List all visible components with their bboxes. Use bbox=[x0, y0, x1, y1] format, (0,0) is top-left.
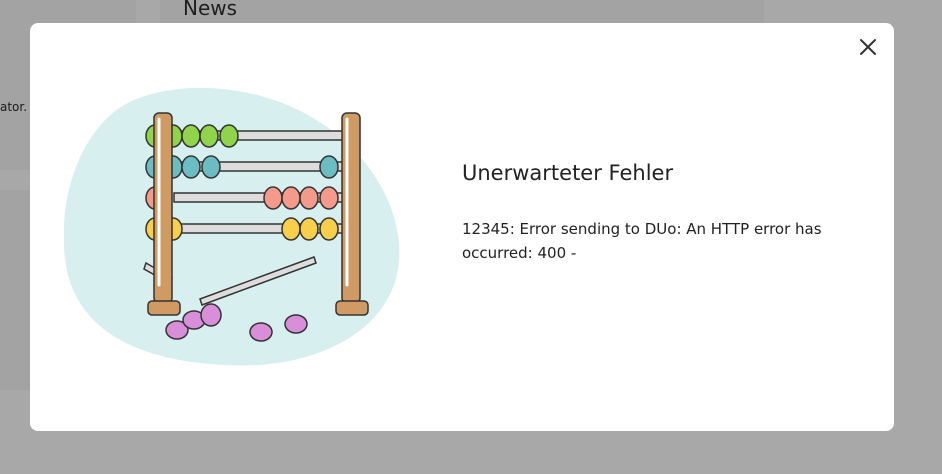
error-message: 12345: Error sending to DUo: An HTTP err… bbox=[462, 220, 822, 262]
error-title: Unerwarteter Fehler bbox=[462, 161, 674, 185]
close-button[interactable] bbox=[856, 35, 880, 59]
background-news-title: News bbox=[183, 0, 238, 20]
error-dialog: Unerwarteter Fehler 12345: Error sending… bbox=[30, 23, 894, 431]
abacus-illustration bbox=[63, 85, 406, 367]
background-left-text: ator. bbox=[0, 100, 28, 114]
close-icon bbox=[860, 39, 876, 55]
